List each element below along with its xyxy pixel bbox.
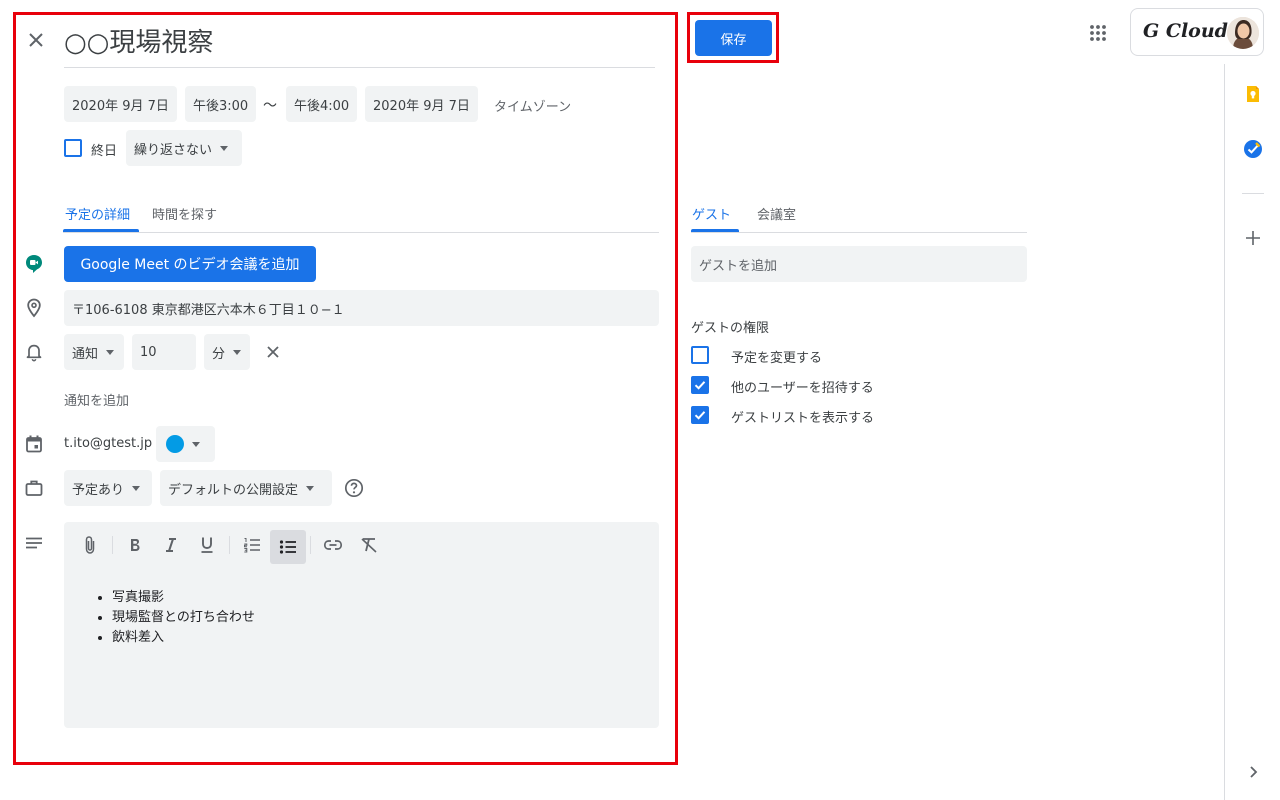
add-guest-input[interactable]: ゲストを追加 xyxy=(691,246,1027,282)
permission-invite-label: 他のユーザーを招待する xyxy=(731,381,874,396)
brand-logo-text: G Cloud xyxy=(1143,20,1228,42)
tab-guests[interactable]: ゲスト xyxy=(692,204,731,223)
tab-rooms[interactable]: 会議室 xyxy=(757,204,796,223)
chevron-right-icon xyxy=(1250,766,1258,778)
highlight-frame-event-form xyxy=(13,12,678,765)
side-panel-rail xyxy=(1224,64,1225,800)
save-button-label: 保存 xyxy=(720,32,747,48)
tasks-button[interactable] xyxy=(1243,139,1263,159)
permission-modify-label: 予定を変更する xyxy=(731,351,823,366)
add-guest-placeholder: ゲストを追加 xyxy=(699,258,778,274)
apps-grid-icon xyxy=(1090,25,1106,41)
permission-see-list-label: ゲストリストを表示する xyxy=(731,411,875,426)
apps-launcher-button[interactable] xyxy=(1088,23,1108,43)
plus-icon xyxy=(1246,231,1260,245)
expand-side-panel-button[interactable] xyxy=(1245,764,1261,780)
account-card[interactable]: G Cloud xyxy=(1130,8,1264,56)
add-addon-button[interactable] xyxy=(1244,229,1262,247)
save-button[interactable]: 保存 xyxy=(695,20,772,56)
side-rail-divider xyxy=(1242,193,1264,194)
permission-see-list-checkbox[interactable] xyxy=(691,406,709,424)
guest-tab-divider xyxy=(691,232,1027,233)
permission-modify-checkbox[interactable] xyxy=(691,346,709,364)
tasks-check-icon xyxy=(1244,140,1262,158)
permission-invite-checkbox[interactable] xyxy=(691,376,709,394)
avatar xyxy=(1227,17,1259,49)
keep-lightbulb-icon xyxy=(1247,86,1259,102)
keep-button[interactable] xyxy=(1243,84,1263,104)
check-icon xyxy=(694,381,706,390)
check-icon xyxy=(694,411,706,420)
guest-permissions-title: ゲストの権限 xyxy=(691,321,770,336)
